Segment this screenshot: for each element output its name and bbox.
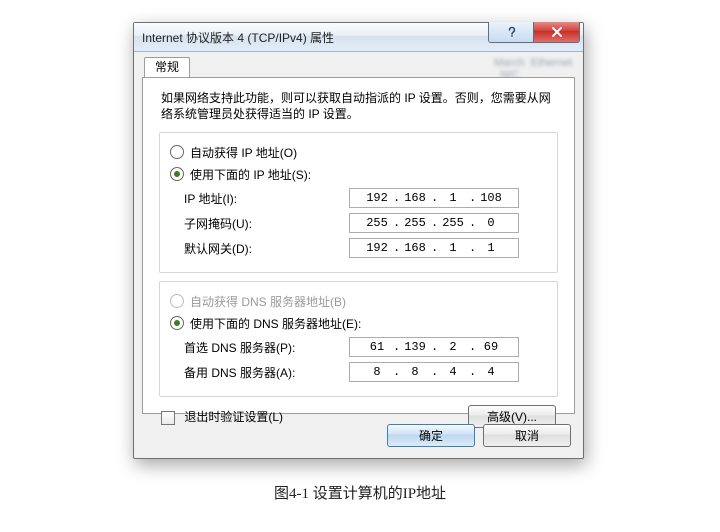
ip-manual-label: 使用下面的 IP 地址(S):	[190, 166, 311, 183]
dns-auto-option: 自动获得 DNS 服务器地址(B)	[170, 292, 547, 310]
dns-preferred-input[interactable]: 61. 139. 2. 69	[349, 337, 519, 357]
ip-address-label: IP 地址(I):	[170, 190, 349, 207]
titlebar[interactable]: Internet 协议版本 4 (TCP/IPv4) 属性 March Ethe…	[134, 23, 583, 52]
subnet-mask-row: 子网掩码(U): 255. 255. 255. 0	[170, 212, 547, 234]
description-text: 如果网络支持此功能，则可以获取自动指派的 IP 设置。否则，您需要从网络系统管理…	[161, 90, 556, 122]
radio-icon	[170, 294, 184, 308]
dns-alternate-input[interactable]: 8. 8. 4. 4	[349, 362, 519, 382]
ip-address-input[interactable]: 192. 168. 1. 108	[349, 188, 519, 208]
radio-icon	[170, 316, 184, 330]
figure-caption: 图4-1 设置计算机的IP地址	[0, 482, 720, 503]
cancel-button[interactable]: 取消	[483, 424, 571, 447]
dns-group: 自动获得 DNS 服务器地址(B) 使用下面的 DNS 服务器地址(E): 首选…	[159, 281, 558, 397]
dns-auto-label: 自动获得 DNS 服务器地址(B)	[190, 293, 346, 310]
tab-panel-general: 如果网络支持此功能，则可以获取自动指派的 IP 设置。否则，您需要从网络系统管理…	[142, 77, 575, 414]
tab-general[interactable]: 常规	[144, 57, 190, 77]
ip-auto-option[interactable]: 自动获得 IP 地址(O)	[170, 143, 547, 161]
radio-icon	[170, 167, 184, 181]
subnet-mask-input[interactable]: 255. 255. 255. 0	[349, 213, 519, 233]
dns-alternate-label: 备用 DNS 服务器(A):	[170, 364, 349, 381]
dns-preferred-label: 首选 DNS 服务器(P):	[170, 339, 349, 356]
ip-manual-option[interactable]: 使用下面的 IP 地址(S):	[170, 165, 547, 183]
ip-address-row: IP 地址(I): 192. 168. 1. 108	[170, 187, 547, 209]
tabstrip: 常规	[144, 57, 190, 78]
ipv4-properties-dialog: Internet 协议版本 4 (TCP/IPv4) 属性 March Ethe…	[133, 22, 584, 459]
window-title: Internet 协议版本 4 (TCP/IPv4) 属性	[142, 29, 334, 46]
ip-group: 自动获得 IP 地址(O) 使用下面的 IP 地址(S): IP 地址(I): …	[159, 132, 558, 273]
dialog-footer: 确定 取消	[142, 420, 575, 450]
close-button[interactable]	[533, 22, 580, 43]
dns-manual-label: 使用下面的 DNS 服务器地址(E):	[190, 315, 361, 332]
dns-alternate-row: 备用 DNS 服务器(A): 8. 8. 4. 4	[170, 361, 547, 383]
close-icon	[550, 25, 564, 39]
ip-auto-label: 自动获得 IP 地址(O)	[190, 144, 297, 161]
gateway-label: 默认网关(D):	[170, 240, 349, 257]
dns-manual-option[interactable]: 使用下面的 DNS 服务器地址(E):	[170, 314, 547, 332]
help-icon	[505, 25, 519, 39]
gateway-input[interactable]: 192. 168. 1. 1	[349, 238, 519, 258]
gateway-row: 默认网关(D): 192. 168. 1. 1	[170, 237, 547, 259]
dns-preferred-row: 首选 DNS 服务器(P): 61. 139. 2. 69	[170, 336, 547, 358]
ok-button[interactable]: 确定	[387, 424, 475, 447]
subnet-mask-label: 子网掩码(U):	[170, 215, 349, 232]
radio-icon	[170, 145, 184, 159]
help-button[interactable]	[488, 22, 535, 43]
